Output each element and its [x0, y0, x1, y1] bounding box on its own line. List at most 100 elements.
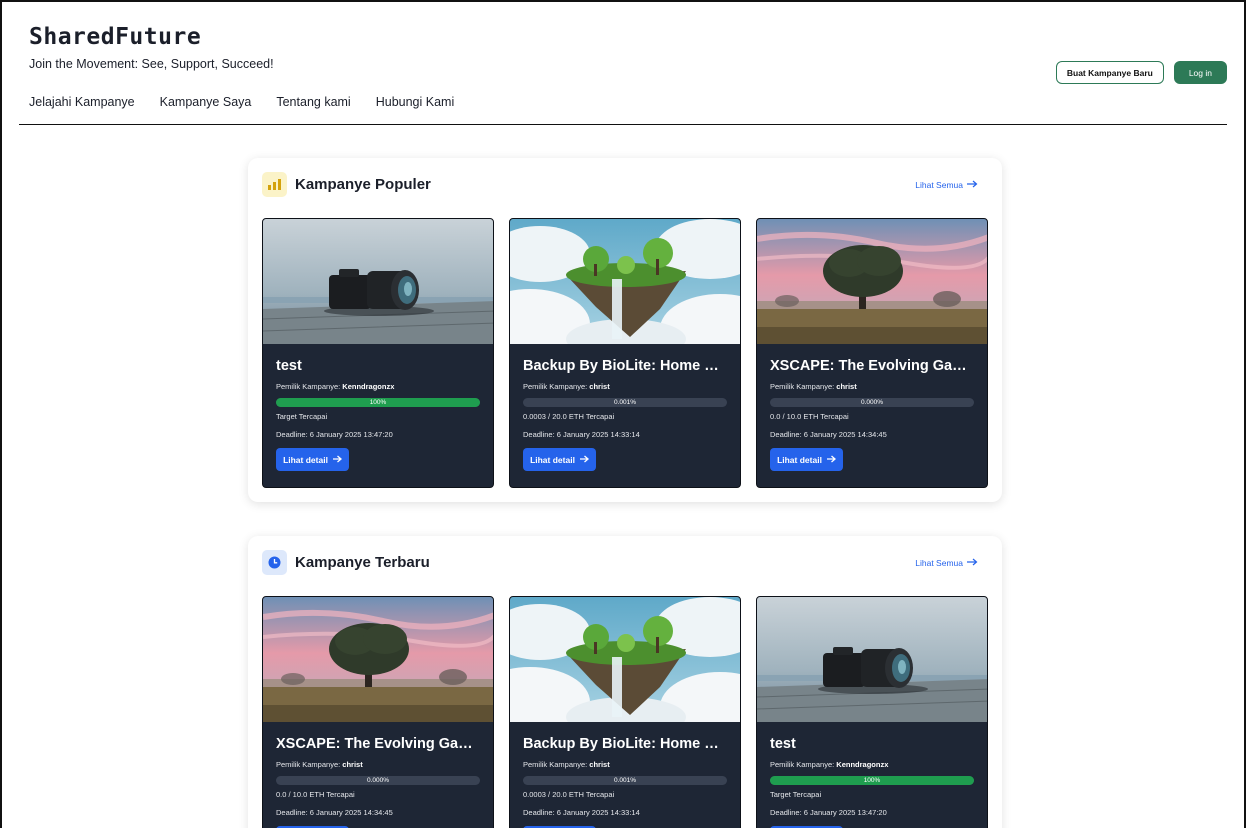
card-body: test Pemilik Kampanye: Kenndragonzx 100%…	[757, 722, 987, 828]
brand-logo[interactable]: SharedFuture	[29, 24, 201, 50]
campaign-image	[510, 597, 740, 722]
progress-bar: 100%	[770, 776, 974, 785]
see-all-link[interactable]: Lihat Semua	[915, 558, 978, 568]
view-detail-button[interactable]: Lihat detail	[276, 448, 349, 471]
owner-name: christ	[589, 760, 610, 769]
page-frame: SharedFuture Join the Movement: See, Sup…	[0, 0, 1246, 828]
owner-label: Pemilik Kampanye:	[770, 382, 835, 391]
progress-percent: 100%	[369, 399, 387, 406]
latest-campaigns-section: Kampanye Terbaru Lihat Semua XSCAPE: The…	[248, 536, 1002, 828]
progress-bar: 0.000%	[276, 776, 480, 785]
view-detail-label: Lihat detail	[777, 454, 822, 465]
main-nav: Jelajahi Kampanye Kampanye Saya Tentang …	[29, 95, 454, 109]
arrow-right-icon	[332, 455, 342, 465]
owner-name: christ	[836, 382, 857, 391]
progress-percent: 0.001%	[613, 399, 637, 406]
campaign-owner: Pemilik Kampanye: Kenndragonzx	[770, 760, 974, 769]
see-all-label: Lihat Semua	[915, 180, 963, 190]
progress-percent: 100%	[863, 777, 881, 784]
campaign-card[interactable]: test Pemilik Kampanye: Kenndragonzx 100%…	[756, 596, 988, 828]
view-detail-label: Lihat detail	[283, 454, 328, 465]
progress-percent: 0.000%	[860, 399, 884, 406]
campaign-owner: Pemilik Kampanye: christ	[276, 760, 480, 769]
owner-label: Pemilik Kampanye:	[770, 760, 835, 769]
campaign-deadline: Deadline: 6 January 2025 13:47:20	[276, 430, 393, 439]
campaign-image	[263, 219, 493, 344]
nav-about[interactable]: Tentang kami	[276, 95, 350, 109]
campaign-card[interactable]: XSCAPE: The Evolving Game ... Pemilik Ka…	[756, 218, 988, 488]
bar-chart-icon	[262, 172, 287, 197]
view-detail-button[interactable]: Lihat detail	[770, 448, 843, 471]
owner-label: Pemilik Kampanye:	[276, 382, 341, 391]
campaign-title[interactable]: XSCAPE: The Evolving Game ...	[276, 736, 480, 752]
section-title: Kampanye Terbaru	[295, 554, 430, 571]
clock-icon	[262, 550, 287, 575]
section-header: Kampanye Terbaru	[262, 550, 430, 575]
campaign-deadline: Deadline: 6 January 2025 13:47:20	[770, 808, 887, 817]
campaign-card[interactable]: XSCAPE: The Evolving Game ... Pemilik Ka…	[262, 596, 494, 828]
campaign-deadline: Deadline: 6 January 2025 14:33:14	[523, 808, 640, 817]
view-detail-button[interactable]: Lihat detail	[523, 448, 596, 471]
card-grid: XSCAPE: The Evolving Game ... Pemilik Ka…	[262, 596, 988, 828]
owner-name: christ	[342, 760, 363, 769]
campaign-image	[510, 219, 740, 344]
campaign-card[interactable]: Backup By BioLite: Home En... Pemilik Ka…	[509, 218, 741, 488]
card-body: XSCAPE: The Evolving Game ... Pemilik Ka…	[263, 722, 493, 828]
funding-status: 0.0003 / 20.0 ETH Tercapai	[523, 790, 615, 799]
campaign-title[interactable]: Backup By BioLite: Home En...	[523, 358, 727, 374]
card-body: XSCAPE: The Evolving Game ... Pemilik Ka…	[757, 344, 987, 471]
funding-status: Target Tercapai	[276, 412, 328, 421]
campaign-image	[757, 219, 987, 344]
card-body: Backup By BioLite: Home En... Pemilik Ka…	[510, 344, 740, 471]
campaign-owner: Pemilik Kampanye: christ	[523, 760, 727, 769]
owner-label: Pemilik Kampanye:	[523, 760, 588, 769]
nav-my-campaigns[interactable]: Kampanye Saya	[160, 95, 252, 109]
funding-status: 0.0 / 10.0 ETH Tercapai	[770, 412, 849, 421]
campaign-card[interactable]: test Pemilik Kampanye: Kenndragonzx 100%…	[262, 218, 494, 488]
arrow-right-icon	[826, 455, 836, 465]
owner-label: Pemilik Kampanye:	[276, 760, 341, 769]
arrow-right-icon	[579, 455, 589, 465]
section-title: Kampanye Populer	[295, 176, 431, 193]
card-grid: test Pemilik Kampanye: Kenndragonzx 100%…	[262, 218, 988, 488]
campaign-image	[757, 597, 987, 722]
owner-label: Pemilik Kampanye:	[523, 382, 588, 391]
tagline: Join the Movement: See, Support, Succeed…	[29, 57, 274, 71]
see-all-link[interactable]: Lihat Semua	[915, 180, 978, 190]
campaign-owner: Pemilik Kampanye: christ	[770, 382, 974, 391]
card-body: test Pemilik Kampanye: Kenndragonzx 100%…	[263, 344, 493, 471]
nav-explore-campaigns[interactable]: Jelajahi Kampanye	[29, 95, 135, 109]
owner-name: Kenndragonzx	[836, 760, 889, 769]
view-detail-label: Lihat detail	[530, 454, 575, 465]
arrow-right-icon	[967, 558, 978, 568]
funding-status: 0.0 / 10.0 ETH Tercapai	[276, 790, 355, 799]
header-actions: Buat Kampanye Baru Log in	[1055, 61, 1227, 84]
owner-name: christ	[589, 382, 610, 391]
progress-bar: 0.001%	[523, 776, 727, 785]
section-header: Kampanye Populer	[262, 172, 431, 197]
progress-bar: 100%	[276, 398, 480, 407]
progress-percent: 0.000%	[366, 777, 390, 784]
popular-campaigns-section: Kampanye Populer Lihat Semua test Pemili…	[248, 158, 1002, 502]
progress-percent: 0.001%	[613, 777, 637, 784]
campaign-deadline: Deadline: 6 January 2025 14:34:45	[276, 808, 393, 817]
arrow-right-icon	[967, 180, 978, 190]
campaign-title[interactable]: Backup By BioLite: Home En...	[523, 736, 727, 752]
progress-bar: 0.000%	[770, 398, 974, 407]
create-campaign-button[interactable]: Buat Kampanye Baru	[1055, 61, 1164, 84]
campaign-image	[263, 597, 493, 722]
funding-status: 0.0003 / 20.0 ETH Tercapai	[523, 412, 615, 421]
card-body: Backup By BioLite: Home En... Pemilik Ka…	[510, 722, 740, 828]
campaign-title[interactable]: test	[276, 358, 480, 374]
progress-bar: 0.001%	[523, 398, 727, 407]
campaign-card[interactable]: Backup By BioLite: Home En... Pemilik Ka…	[509, 596, 741, 828]
funding-status: Target Tercapai	[770, 790, 822, 799]
header-divider	[19, 124, 1227, 125]
owner-name: Kenndragonzx	[342, 382, 395, 391]
campaign-title[interactable]: XSCAPE: The Evolving Game ...	[770, 358, 974, 374]
see-all-label: Lihat Semua	[915, 558, 963, 568]
campaign-title[interactable]: test	[770, 736, 974, 752]
nav-contact[interactable]: Hubungi Kami	[376, 95, 455, 109]
login-button[interactable]: Log in	[1173, 61, 1227, 84]
campaign-deadline: Deadline: 6 January 2025 14:34:45	[770, 430, 887, 439]
